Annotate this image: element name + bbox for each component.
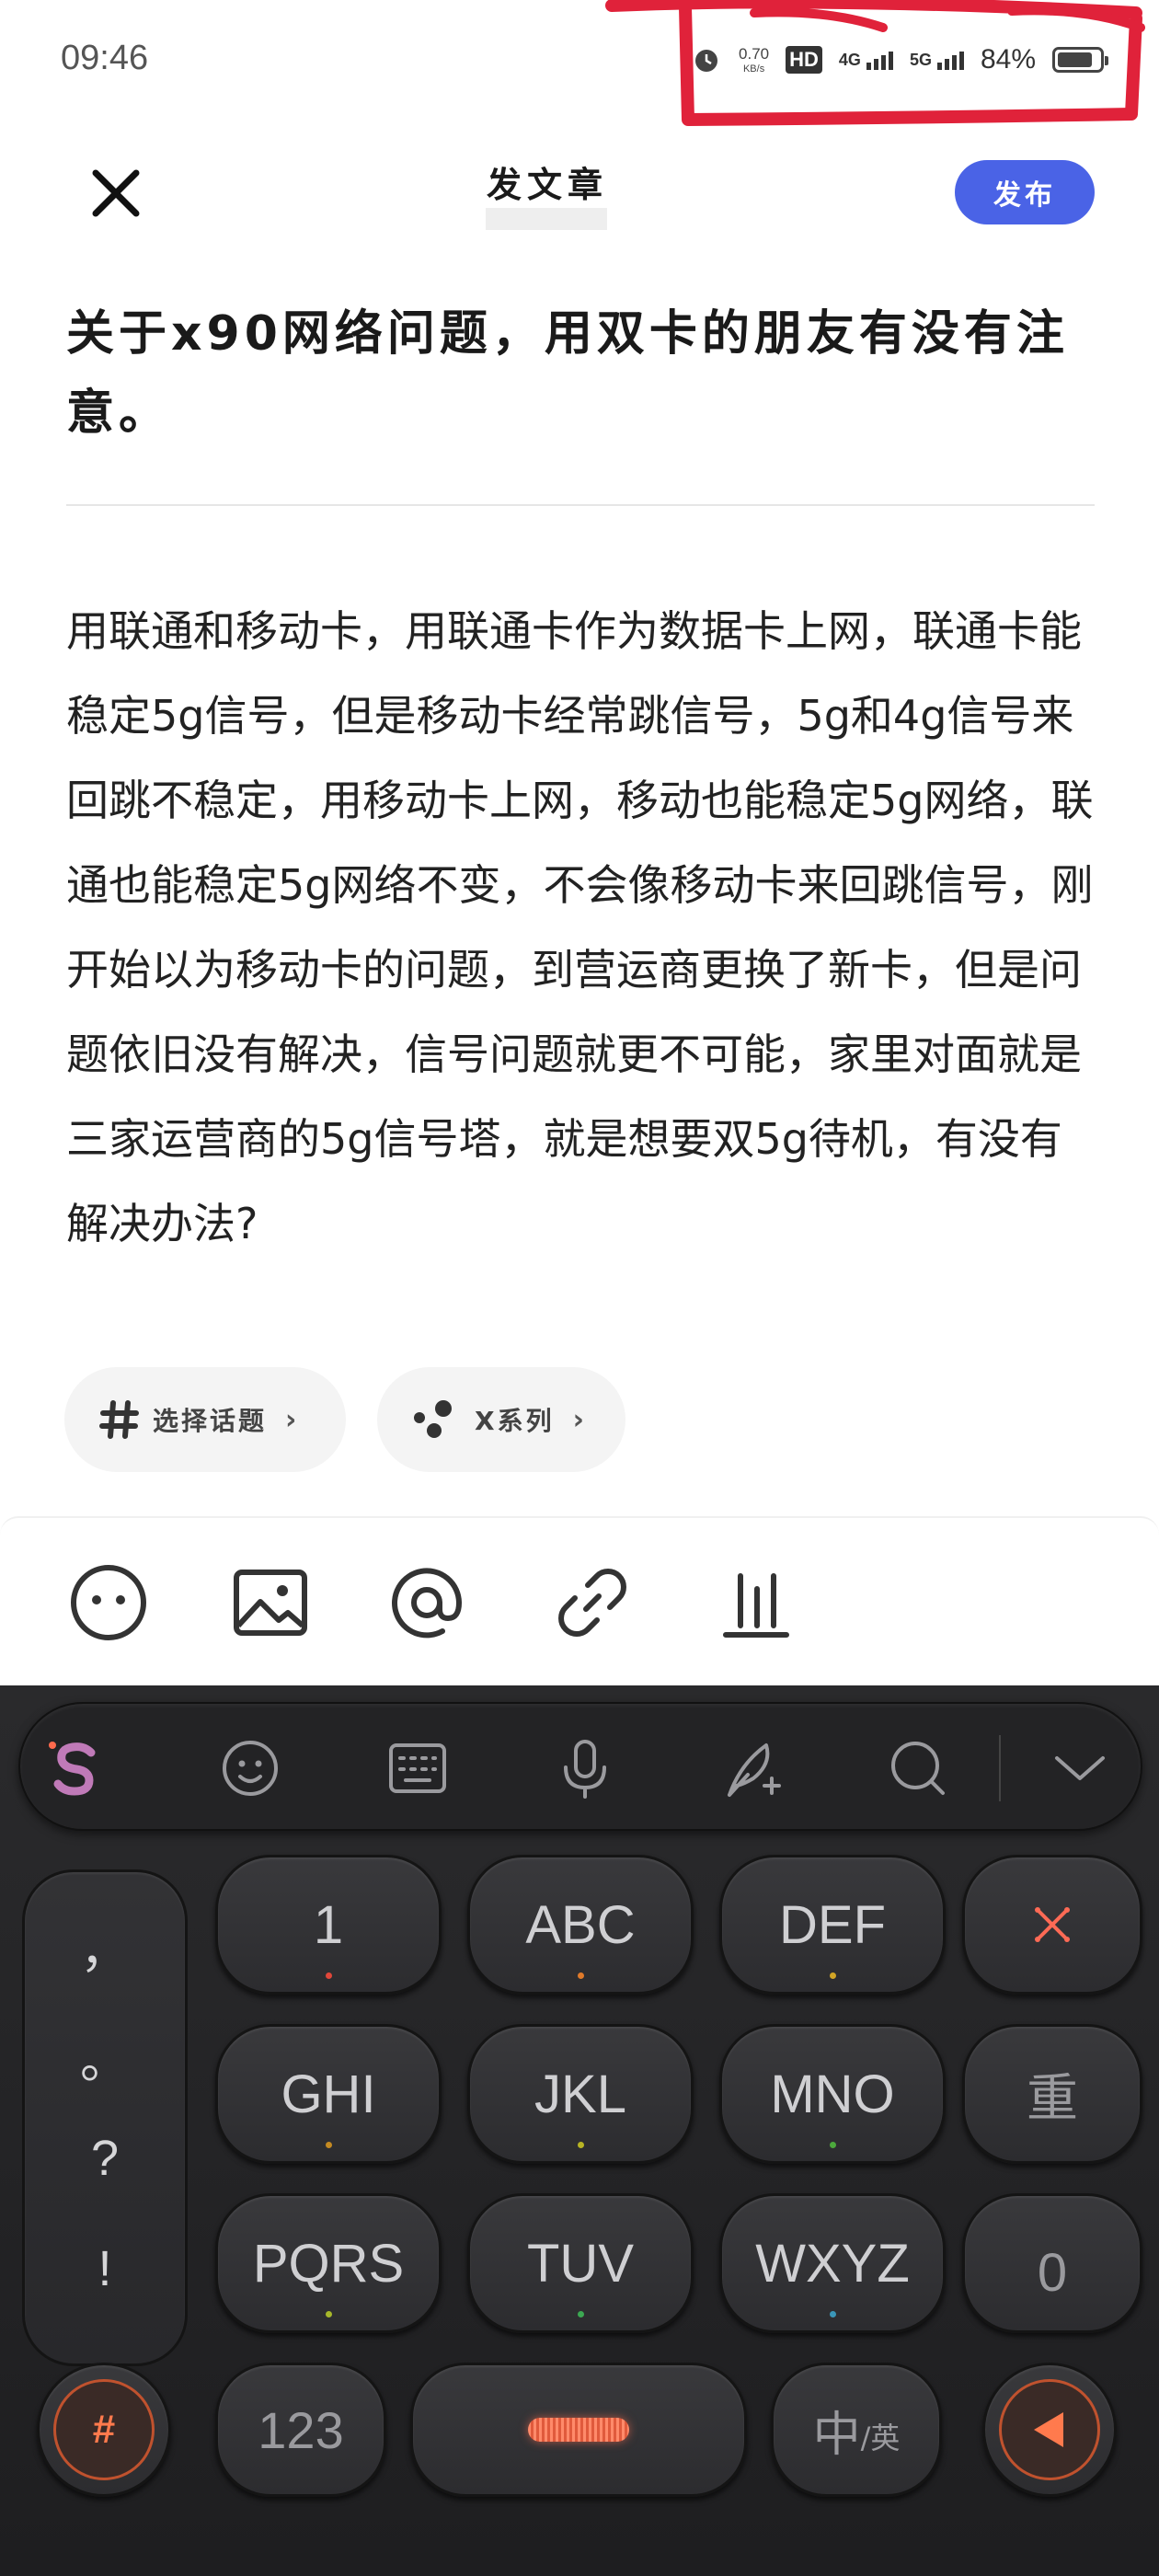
net-speed: 0.70 KB/s: [739, 44, 770, 75]
collapse-keyboard-button[interactable]: [1043, 1731, 1117, 1805]
symbol-key[interactable]: #: [37, 2363, 171, 2497]
keyboard-top-bar: [18, 1702, 1142, 1831]
key-mno[interactable]: MNO: [719, 2024, 946, 2164]
series-chip[interactable]: X系列 ›: [377, 1367, 625, 1472]
emoji-icon: [223, 1741, 278, 1796]
kb-emoji-button[interactable]: [213, 1731, 287, 1805]
keyboard-icon: [389, 1743, 446, 1793]
voice-input-button[interactable]: [548, 1731, 622, 1805]
key-wxyz[interactable]: WXYZ: [719, 2193, 946, 2333]
key-jkl[interactable]: JKL: [467, 2024, 694, 2164]
emoji-button[interactable]: [64, 1558, 153, 1647]
poll-button[interactable]: [712, 1558, 800, 1647]
enter-key[interactable]: [982, 2363, 1117, 2497]
select-topic-chip[interactable]: 选择话题 ›: [64, 1367, 346, 1472]
delete-x-icon: [1035, 1907, 1070, 1942]
language-switch-key[interactable]: 中 /英: [771, 2363, 942, 2497]
mention-icon: [392, 1568, 463, 1639]
punct-question[interactable]: ?: [25, 2130, 185, 2187]
publish-button[interactable]: 发布: [955, 160, 1095, 224]
image-button[interactable]: [226, 1558, 315, 1647]
article-title[interactable]: 关于x90网络问题，用双卡的朋友有没有注意。: [66, 294, 1096, 453]
page-title: 发文章: [486, 165, 608, 205]
hd-icon: HD: [786, 46, 822, 74]
handwriting-button[interactable]: [716, 1731, 789, 1805]
status-time: 09:46: [61, 39, 149, 77]
mention-button[interactable]: [383, 1558, 471, 1647]
battery-icon: [1052, 47, 1108, 73]
reenter-key[interactable]: 重: [962, 2024, 1142, 2164]
editor-toolbar: [0, 1516, 1159, 1685]
emoji-icon: [71, 1565, 146, 1640]
kb-layout-button[interactable]: [381, 1731, 454, 1805]
chevron-right-icon: ›: [285, 1403, 300, 1436]
sogou-logo-icon: [49, 1742, 96, 1796]
key-1[interactable]: 1: [215, 1855, 442, 1995]
alarm-icon: [695, 50, 718, 72]
space-key[interactable]: [410, 2363, 747, 2497]
signal-4g-icon: 4G: [839, 51, 893, 70]
sogou-logo-button[interactable]: [39, 1731, 112, 1805]
signal-5g-icon: 5G: [910, 51, 964, 70]
microphone-icon: [564, 1740, 606, 1799]
article-body[interactable]: 用联通和移动卡，用联通卡作为数据卡上网，联通卡能稳定5g信号，但是移动卡经常跳信…: [66, 589, 1096, 1266]
search-icon: [891, 1742, 945, 1795]
battery-percent: 84%: [980, 44, 1036, 75]
key-tuv[interactable]: TUV: [467, 2193, 694, 2333]
handwriting-icon: [728, 1743, 781, 1797]
status-bar: 09:46 0.70 KB/s HD 4G 5G 84%: [0, 0, 1159, 120]
enter-arrow-icon: [1034, 2412, 1063, 2447]
series-dots-icon: [414, 1400, 452, 1438]
kb-search-button[interactable]: [881, 1731, 955, 1805]
punct-exclaim[interactable]: !: [25, 2240, 185, 2297]
space-bar-icon: [528, 2418, 629, 2442]
key-pqrs[interactable]: PQRS: [215, 2193, 442, 2333]
punct-comma[interactable]: ，: [25, 1909, 185, 1982]
title-divider: [66, 504, 1095, 506]
title-underline: [486, 208, 607, 230]
series-label: X系列: [475, 1406, 555, 1436]
ime-keyboard: ， 。 ? ! 1 ABC DEF GHI JKL MNO 重 PQRS TUV: [0, 1685, 1159, 2576]
link-icon: [558, 1569, 626, 1637]
punctuation-column[interactable]: ， 。 ? !: [22, 1869, 188, 2366]
image-icon: [234, 1570, 307, 1636]
punct-period[interactable]: 。: [25, 2019, 185, 2092]
key-abc[interactable]: ABC: [467, 1855, 694, 1995]
number-key[interactable]: 123: [215, 2363, 386, 2497]
select-topic-label: 选择话题: [153, 1406, 268, 1436]
chevron-right-icon: ›: [572, 1403, 587, 1436]
hashtag-icon: [99, 1400, 139, 1439]
key-zero[interactable]: 0: [962, 2193, 1142, 2333]
poll-icon: [723, 1573, 789, 1638]
link-button[interactable]: [548, 1558, 637, 1647]
status-icons: 0.70 KB/s HD 4G 5G 84%: [691, 37, 1108, 83]
kb-top-separator: [999, 1735, 1001, 1801]
collapse-chevron-icon: [1055, 1756, 1105, 1780]
key-def[interactable]: DEF: [719, 1855, 946, 1995]
delete-key[interactable]: [962, 1855, 1142, 1995]
key-ghi[interactable]: GHI: [215, 2024, 442, 2164]
